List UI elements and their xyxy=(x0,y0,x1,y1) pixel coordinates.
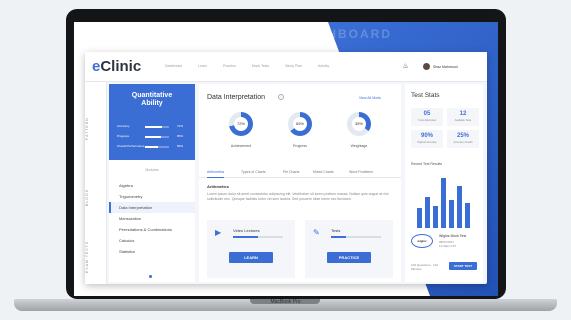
quant-row: Progress 65% xyxy=(117,134,184,138)
tab-mixed-charts[interactable]: Mixed Charts xyxy=(313,166,334,178)
stat-box: 25% Accuracy Growth xyxy=(447,130,479,148)
start-test-button[interactable]: START TEST xyxy=(449,262,477,270)
mock-test-name: Wiginz Mock Test xyxy=(439,234,467,238)
quant-bar-fill xyxy=(145,126,163,128)
nav-item-mock-tests[interactable]: Mock Tests xyxy=(252,64,269,68)
top-bar: eClinic Dashboard Learn Practice Mock Te… xyxy=(85,52,487,82)
stat-box: 90% Highest Accuracy xyxy=(411,130,443,148)
results-bar xyxy=(457,186,462,228)
rail-item-blogs[interactable]: BLOGS xyxy=(85,172,107,222)
test-stats-panel: Test Stats 05 Tests Attempted 12 Available… xyxy=(405,84,483,282)
topic-item[interactable]: Algebra xyxy=(109,180,195,191)
tests-card: ✎ Tests PRACTICE xyxy=(305,220,393,278)
quant-bar-fill xyxy=(145,146,159,148)
progress-donut: 65% xyxy=(288,112,312,136)
bell-icon[interactable]: ♨ xyxy=(401,62,410,71)
card-title: Video Lectures xyxy=(233,228,260,233)
topic-item[interactable]: Statistics xyxy=(109,246,195,257)
donut-label: Achievement xyxy=(230,144,252,148)
results-bar xyxy=(433,205,438,228)
stat-box: 12 Available Tests xyxy=(447,108,479,126)
practice-button[interactable]: PRACTICE xyxy=(327,252,371,263)
nav-item-dashboard[interactable]: Dashboard xyxy=(165,64,182,68)
donut-label: Progress xyxy=(292,144,307,148)
results-bar xyxy=(449,200,454,228)
stats-title: Test Stats xyxy=(411,92,440,99)
results-bar xyxy=(425,197,430,228)
achievement-donut: 72% xyxy=(229,112,253,136)
nav-item-activity[interactable]: Activity xyxy=(318,64,329,68)
topic-item[interactable]: Trigonometry xyxy=(109,191,195,202)
topic-tabs: Arithmetics Types of Charts Pie Charts M… xyxy=(199,166,401,178)
topic-item[interactable]: Mensuration xyxy=(109,213,195,224)
quant-bar-fill xyxy=(145,136,161,138)
topic-item[interactable]: Permutations & Combinations xyxy=(109,224,195,235)
avatar[interactable] xyxy=(423,63,430,70)
topic-item[interactable]: Calculus xyxy=(109,235,195,246)
results-bar xyxy=(417,208,422,228)
topic-item-active[interactable]: Data Interpretation xyxy=(109,202,195,213)
app-window: eClinic Dashboard Learn Practice Mock Te… xyxy=(85,52,487,284)
nav-item-study-plan[interactable]: Study Plan xyxy=(285,64,302,68)
nav-item-practice[interactable]: Practice xyxy=(223,64,236,68)
topics-header: Modules xyxy=(145,168,159,172)
view-all-link[interactable]: View All Mods xyxy=(359,96,381,100)
quant-row: Overall Performance 56% xyxy=(117,144,184,148)
results-bar xyxy=(465,202,470,228)
rail-item-exam-tests[interactable]: EXAM TESTS xyxy=(85,232,107,282)
nav-item-learn[interactable]: Learn xyxy=(198,64,207,68)
quant-title: Quantitative Ability xyxy=(131,92,173,107)
logo[interactable]: eClinic xyxy=(92,58,141,75)
mock-test-meta: 100 Questions · 120 Minutes xyxy=(411,263,439,271)
page-title: Data Interpretation xyxy=(207,94,265,101)
video-lectures-card: ▶ Video Lectures LEARN xyxy=(207,220,295,278)
device-label: MacBook Pro xyxy=(270,299,301,305)
results-bar xyxy=(441,177,446,228)
pencil-icon: ✎ xyxy=(313,228,320,237)
mock-test-date: 08/07/2017 12:30pm IST xyxy=(439,240,457,248)
main-panel: Data Interpretation i View All Mods 72% … xyxy=(199,84,401,282)
subject-panel: Quantitative Ability Accuracy 72% Progres… xyxy=(109,84,195,282)
rail-item-pattern[interactable]: PATTERN xyxy=(85,104,107,154)
weightage-donut: 35% xyxy=(347,112,371,136)
info-icon[interactable]: i xyxy=(278,94,284,100)
section-title: Arithmetics xyxy=(207,184,230,189)
results-bar-chart xyxy=(413,172,475,228)
card-progress xyxy=(233,236,258,238)
mock-test-logo: wiginz xyxy=(411,234,433,248)
tab-arithmetics[interactable]: Arithmetics xyxy=(207,166,225,178)
scroll-indicator[interactable] xyxy=(149,275,152,278)
card-progress xyxy=(331,236,346,238)
quant-card: Quantitative Ability Accuracy 72% Progres… xyxy=(109,84,195,160)
learn-button[interactable]: LEARN xyxy=(229,252,273,263)
chart-heading: Recent Test Results xyxy=(411,162,443,166)
stat-box: 05 Tests Attempted xyxy=(411,108,443,126)
tab-pie-charts[interactable]: Pie Charts xyxy=(283,166,299,178)
background-watermark: DASHBOARD xyxy=(296,27,392,41)
play-icon: ▶ xyxy=(215,228,222,237)
main-nav: Dashboard Learn Practice Mock Tests Stud… xyxy=(165,64,344,68)
donut-label: Weightage xyxy=(350,144,368,148)
side-rail: PATTERN BLOGS EXAM TESTS xyxy=(85,82,107,284)
card-title: Tests xyxy=(331,228,341,233)
quant-row: Accuracy 72% xyxy=(117,124,184,128)
section-description: Lorem ipsum dolor sit amet consectetur a… xyxy=(207,192,389,201)
tab-word-problems[interactable]: Word Problems xyxy=(349,166,373,178)
user-name[interactable]: Shaz Mahmood xyxy=(433,65,458,69)
tab-types-of-charts[interactable]: Types of Charts xyxy=(241,166,266,178)
